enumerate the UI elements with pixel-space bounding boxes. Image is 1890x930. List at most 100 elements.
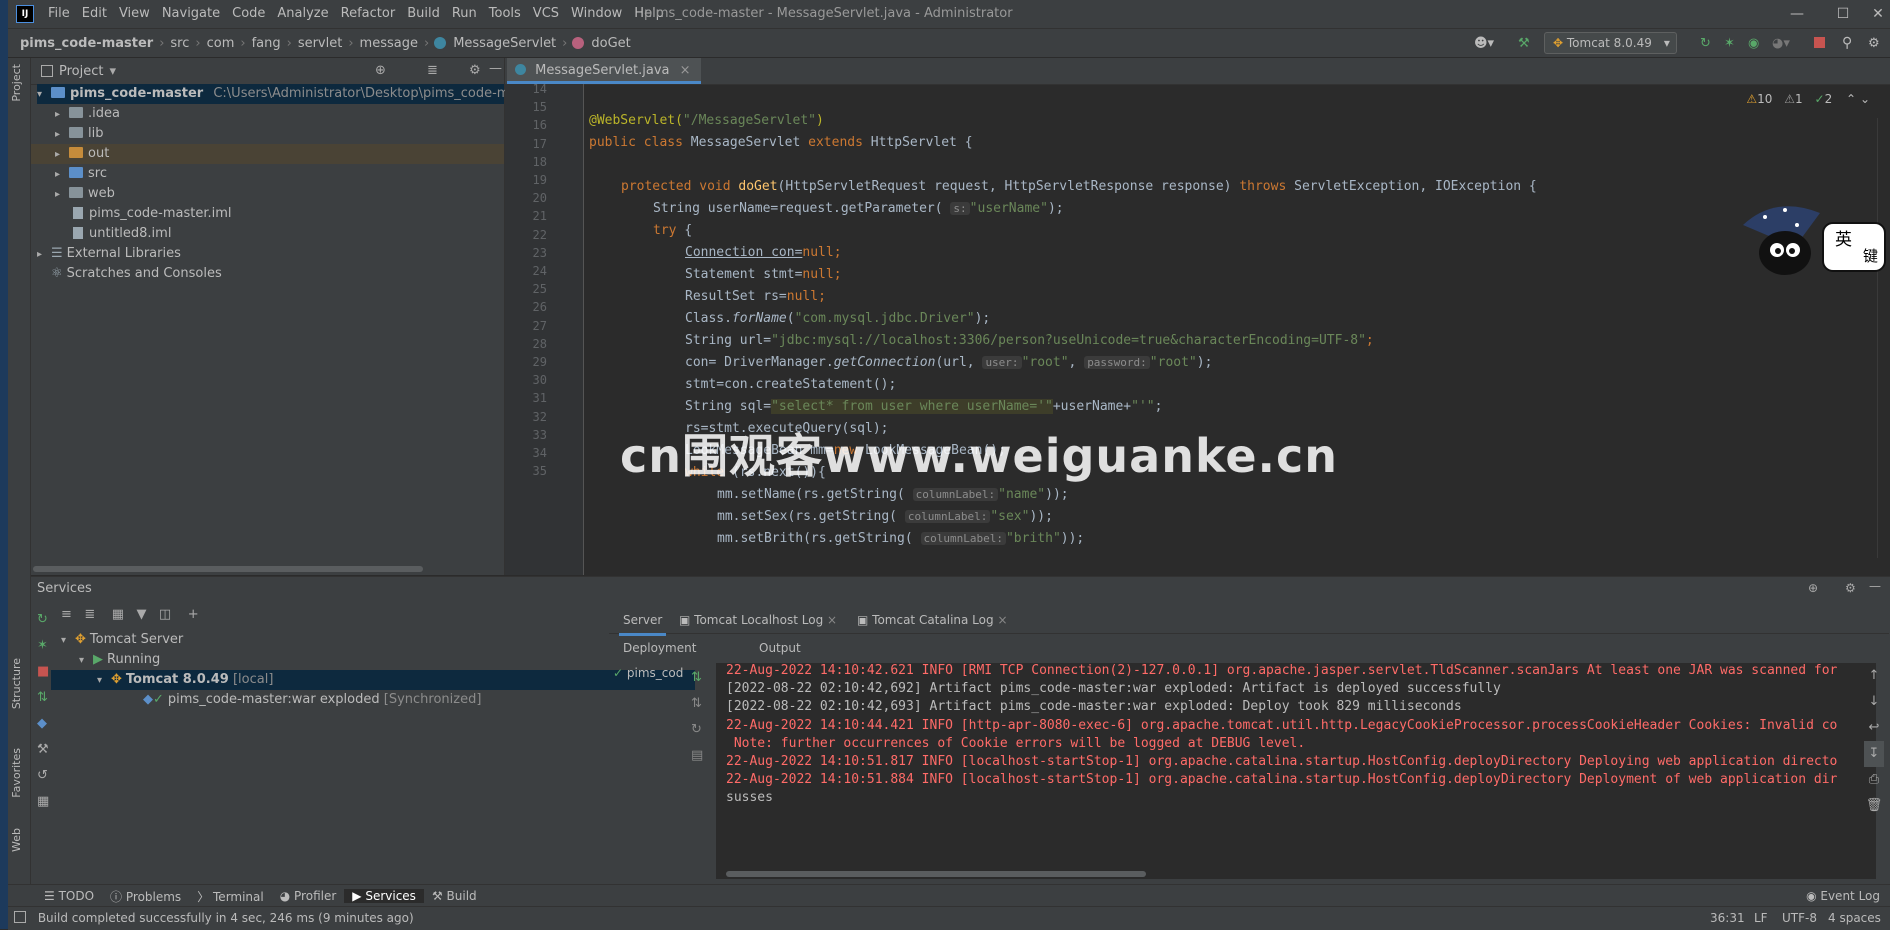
hide-panel-icon[interactable]: — [1869,579,1881,593]
artifact-icon[interactable]: ◆ [37,711,57,737]
add-service-icon[interactable]: ⊕ [1808,581,1818,595]
close-icon[interactable]: × [827,613,837,627]
profile-icon[interactable]: ◕▾ [1772,36,1790,51]
coverage-icon[interactable]: ◉ [1748,36,1759,51]
add-icon[interactable]: + [188,607,199,622]
soft-wrap-icon[interactable]: ↩ [1864,715,1884,741]
tree-item-untitled-iml[interactable]: untitled8.iml [73,224,171,244]
gear-icon[interactable]: ⚙ [469,63,481,78]
new-tab-icon[interactable]: ◫ [159,607,171,622]
rerun-icon[interactable]: ↻ [1700,36,1711,51]
tab-build[interactable]: ⚒ Build [424,889,485,903]
undeploy-icon[interactable]: ⇅ [691,691,711,717]
horizontal-scrollbar[interactable] [33,566,423,572]
tab-profiler[interactable]: ◕ Profiler [272,889,345,903]
run-config-dropdown[interactable]: ✥ Tomcat 8.0.49 ▾ [1544,32,1677,54]
tree-item-external-libraries[interactable]: ▸ ☰ External Libraries [37,244,181,264]
tab-problems[interactable]: ⓘ Problems [102,888,189,905]
menu-code[interactable]: Code [226,0,271,28]
build-hammer-icon[interactable]: ⚒ [1518,36,1530,51]
tab-services[interactable]: ▶ Services [344,889,424,903]
web-side-tab[interactable]: Web [10,828,23,852]
tree-item-src[interactable]: ▸ src [55,164,107,184]
deploy-icon[interactable]: ⇅ [691,665,711,691]
close-icon[interactable]: × [997,613,1007,627]
service-artifact[interactable]: ◆✓ pims_code-master:war exploded [Synchro… [143,690,481,710]
tree-item-iml[interactable]: pims_code-master.iml [73,204,232,224]
menu-navigate[interactable]: Navigate [156,0,226,28]
error-stripe[interactable] [1877,118,1888,558]
menu-window[interactable]: Window [565,0,628,28]
layout-icon[interactable]: ▦ [37,789,57,815]
status-message[interactable]: Build completed successfully in 4 sec, 2… [38,911,414,925]
search-icon[interactable]: ⚲ [1842,35,1852,51]
collapse-all-icon[interactable]: ≣ [84,607,95,622]
menu-refactor[interactable]: Refactor [335,0,402,28]
menu-analyze[interactable]: Analyze [271,0,334,28]
menu-run[interactable]: Run [446,0,483,28]
scroll-up-icon[interactable]: ↑ [1864,663,1884,689]
scroll-to-end-icon[interactable]: ↧ [1864,741,1884,767]
refresh-icon[interactable]: ↺ [37,763,57,789]
caret-position[interactable]: 36:31 [1710,907,1745,930]
event-log-button[interactable]: ◉ Event Log [1806,889,1880,903]
menu-edit[interactable]: Edit [76,0,113,28]
scroll-down-icon[interactable]: ↓ [1864,689,1884,715]
tree-item-idea[interactable]: ▸ .idea [55,104,120,124]
tab-localhost-log[interactable]: ▣ Tomcat Localhost Log × [679,607,837,633]
print-icon[interactable]: ⎙ [1864,767,1884,793]
breadcrumb-class[interactable]: MessageServlet [449,36,560,51]
menu-view[interactable]: View [113,0,156,28]
locate-icon[interactable]: ⊕ [375,63,386,78]
tab-catalina-log[interactable]: ▣ Tomcat Catalina Log × [857,607,1008,633]
settings-icon[interactable]: ⚙ [1868,36,1880,51]
tree-item-lib[interactable]: ▸ lib [55,124,103,144]
close-window-button[interactable]: ✕ [1866,0,1890,28]
tab-terminal[interactable]: 〉 Terminal [189,888,272,905]
hide-panel-icon[interactable]: — [489,61,502,76]
expand-all-icon[interactable]: ≡ [61,607,72,622]
debug-icon[interactable]: ✶ [37,633,57,659]
tree-item-web[interactable]: ▸ web [55,184,115,204]
editor-tab-messageservlet[interactable]: MessageServlet.java × [507,58,701,84]
tree-root[interactable]: ▾ pims_code-master C:\Users\Administrator… [37,84,559,104]
maximize-button[interactable]: ☐ [1820,0,1866,28]
tree-item-scratches[interactable]: ⚛ Scratches and Consoles [51,264,222,284]
project-side-tab[interactable]: Project [10,64,23,102]
service-running[interactable]: ▾ ▶ Running [79,650,160,670]
tree-item-out[interactable]: ▸ out [31,144,504,164]
breadcrumb-fang[interactable]: fang [248,36,285,51]
project-panel-title[interactable]: Project [59,64,103,79]
gear-icon[interactable]: ⚙ [1845,581,1856,595]
structure-side-tab[interactable]: Structure [10,658,23,709]
tab-server[interactable]: Server [619,607,667,636]
trash-icon[interactable]: 🗑 [1864,793,1884,819]
wrench-icon[interactable]: ⚒ [37,737,57,763]
menu-file[interactable]: File [42,0,76,28]
minimize-button[interactable]: — [1774,0,1820,28]
collapse-all-icon[interactable]: ≣ [427,63,438,78]
output-console[interactable]: 22-Aug-2022 14:10:42.621 INFO [RMI TCP C… [716,663,1876,879]
menu-build[interactable]: Build [401,0,446,28]
breadcrumb-src[interactable]: src [166,36,193,51]
filter-icon[interactable]: ▼ [136,607,146,622]
line-separator[interactable]: LF [1754,907,1768,930]
stop-icon[interactable] [1814,37,1825,48]
file-encoding[interactable]: UTF-8 [1782,907,1817,930]
breadcrumb-message[interactable]: message [356,36,422,51]
breadcrumb-project[interactable]: pims_code-master [8,36,157,51]
favorites-side-tab[interactable]: Favorites [10,748,23,798]
ime-mascot[interactable]: 英 键 [1735,195,1890,290]
deployment-item[interactable]: ✓ pims_cod [613,666,683,680]
service-tomcat-server[interactable]: ▾ ✥ Tomcat Server [61,630,183,650]
breadcrumb-method[interactable]: doGet [587,36,634,51]
service-instance[interactable]: ▾ ✥ Tomcat 8.0.49 [local] [51,670,695,690]
console-icon[interactable]: ▤ [691,743,711,769]
menu-tools[interactable]: Tools [483,0,527,28]
close-icon[interactable]: × [680,63,691,78]
chevron-down-icon[interactable]: ▾ [109,64,116,79]
rerun-icon[interactable]: ↻ [37,607,57,633]
console-hscrollbar[interactable] [726,871,1146,877]
indent-setting[interactable]: 4 spaces [1828,907,1881,930]
code-area[interactable]: @WebServlet("/MessageServlet") public cl… [584,84,1874,575]
